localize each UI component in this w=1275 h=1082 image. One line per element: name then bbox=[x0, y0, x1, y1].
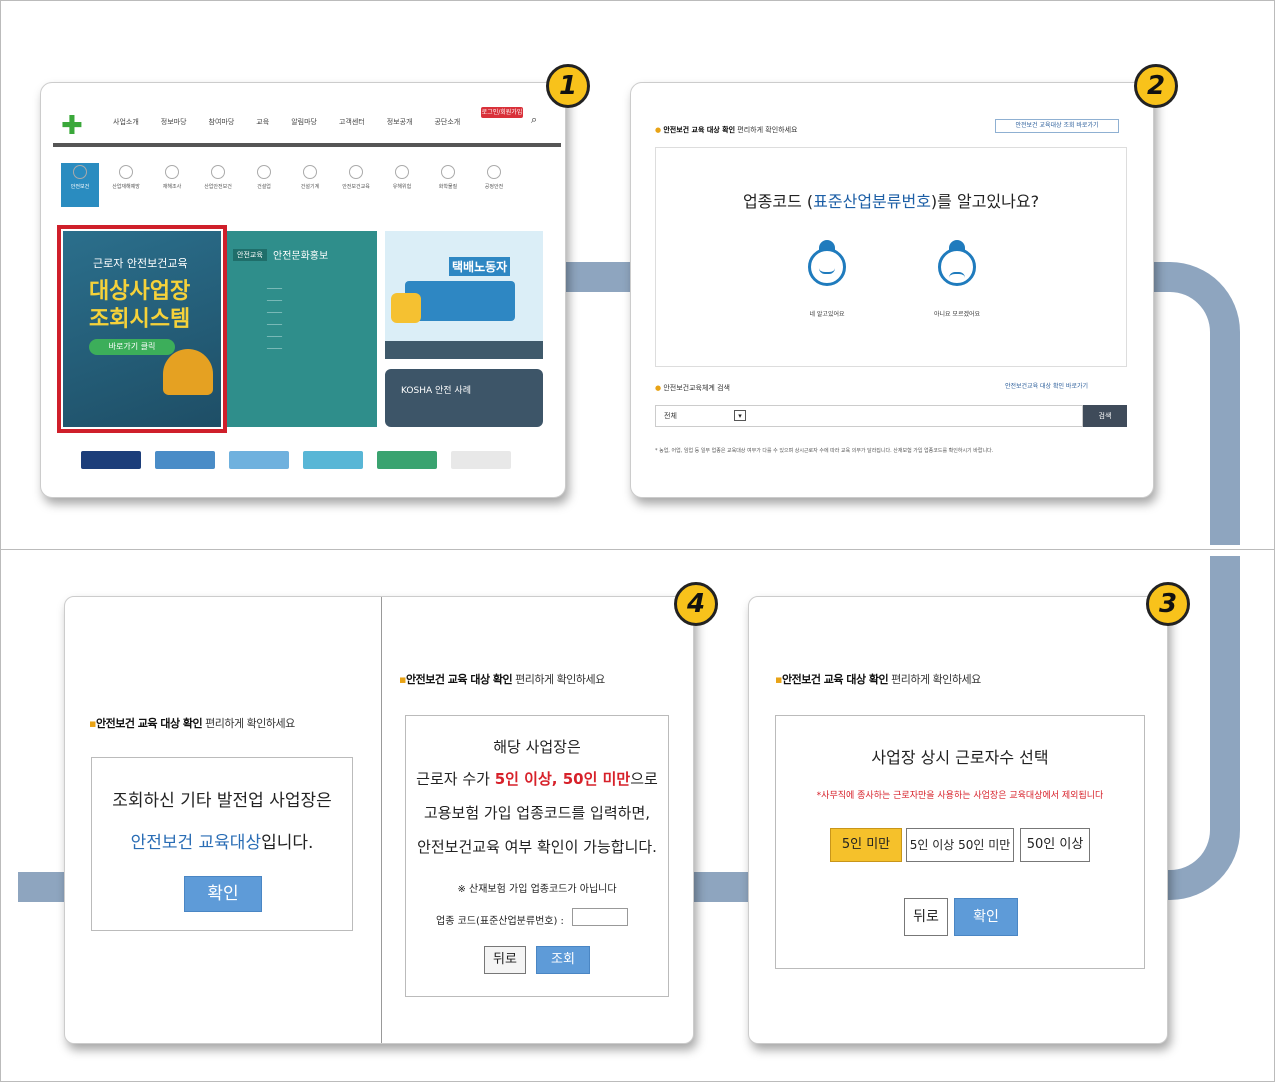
banner-list: ───── ───── ───── ───── ───── ───── bbox=[267, 286, 283, 352]
quick-menu-item[interactable]: 건설업 bbox=[245, 163, 283, 207]
code-question: 업종코드 (표준산업분류번호)를 알고있나요? bbox=[742, 192, 1040, 211]
partner-link[interactable] bbox=[81, 451, 141, 469]
category-select[interactable]: 전체 bbox=[664, 411, 677, 421]
nav-item[interactable]: 공단소개 bbox=[434, 117, 460, 127]
step-badge-4: 4 bbox=[674, 582, 718, 626]
code-label: 업종 코드(표준산업분류번호) : bbox=[436, 916, 564, 927]
banner-title: KOSHA 안전 사례 bbox=[401, 386, 471, 396]
yes-label[interactable]: 네 알고있어요 bbox=[802, 310, 852, 319]
option-over-50[interactable]: 50인 이상 bbox=[1020, 828, 1090, 862]
connector-2-3-vertical bbox=[1210, 400, 1240, 545]
result-box: 조회하신 기타 발전업 사업장은 안전보건 교육대상입니다. 확인 bbox=[91, 757, 353, 931]
dropdown-icon[interactable]: ▾ bbox=[734, 410, 746, 421]
select-title: 사업장 상시 근로자수 선택 bbox=[871, 748, 1049, 767]
option-under-5[interactable]: 5인 미만 bbox=[830, 828, 902, 862]
quick-menu-item[interactable]: 산업재해예방 bbox=[107, 163, 145, 207]
truck-cab-icon bbox=[391, 293, 421, 323]
option-5-to-50[interactable]: 5인 이상 50인 미만 bbox=[906, 828, 1014, 862]
info-line: 근로자 수가 5인 이상, 50인 미만으로 bbox=[416, 770, 658, 788]
warning-text: *사무직에 종사하는 근로자만을 사용하는 사업장은 교육대상에서 제외됩니다 bbox=[816, 791, 1104, 801]
search-icon[interactable]: ⌕ bbox=[531, 113, 537, 127]
nav-item[interactable]: 교육 bbox=[256, 117, 269, 127]
nav-item[interactable]: 참여마당 bbox=[209, 117, 235, 127]
quick-menu-item[interactable]: 공정안전 bbox=[475, 163, 513, 207]
nav-item[interactable]: 사업소개 bbox=[113, 117, 139, 127]
quick-menu-item[interactable]: 유해위험 bbox=[383, 163, 421, 207]
result-line: 조회하신 기타 발전업 사업장은 bbox=[112, 791, 332, 811]
partner-link[interactable] bbox=[377, 451, 437, 469]
banner-footer bbox=[385, 341, 543, 359]
login-button[interactable]: 로그인/회원가입 bbox=[481, 107, 523, 118]
confirm-button[interactable]: 확인 bbox=[184, 876, 262, 912]
connector-1-2 bbox=[560, 262, 640, 292]
connector-5-left bbox=[18, 872, 68, 902]
panel-header: ▪안전보건 교육 대상 확인 편리하게 확인하세요 bbox=[775, 673, 981, 686]
panel-homepage: ✚ 사업소개 정보마당 참여마당 교육 알림마당 고객센터 정보공개 공단소개 … bbox=[40, 82, 566, 498]
partner-link[interactable] bbox=[229, 451, 289, 469]
panel-code-question: ● 안전보건 교육 대상 확인 편리하게 확인하세요 안전보건 교육대상 조회 … bbox=[630, 82, 1154, 498]
banner-title: 안전문화홍보 bbox=[273, 251, 329, 262]
panel-worker-count: ▪안전보건 교육 대상 확인 편리하게 확인하세요 사업장 상시 근로자수 선택… bbox=[748, 596, 1168, 1044]
logo-icon[interactable]: ✚ bbox=[61, 111, 83, 141]
search-section-link[interactable]: 안전보건교육 대상 확인 바로가기 bbox=[1005, 381, 1088, 390]
quick-menu-item[interactable]: 안전보건교육 bbox=[337, 163, 375, 207]
search-section-title: ● 안전보건교육체계 검색 bbox=[655, 384, 730, 392]
info-line: 안전보건교육 여부 확인이 가능합니다. bbox=[417, 838, 657, 856]
nav-item[interactable]: 정보마당 bbox=[161, 117, 187, 127]
nav-underline bbox=[53, 143, 561, 147]
highlight-box bbox=[57, 225, 227, 433]
panel-result-and-code: ▪안전보건 교육 대상 확인 편리하게 확인하세요 조회하신 기타 발전업 사업… bbox=[64, 596, 694, 1044]
row-divider bbox=[0, 549, 1275, 550]
nav-item[interactable]: 고객센터 bbox=[339, 117, 365, 127]
no-face-icon[interactable] bbox=[936, 240, 978, 288]
info-line: 해당 사업장은 bbox=[493, 738, 581, 756]
banner-delivery-worker[interactable]: 택배노동자 bbox=[385, 231, 543, 359]
banner-tag: 안전교육 bbox=[233, 249, 267, 261]
result-line: 안전보건 교육대상입니다. bbox=[130, 833, 314, 853]
step-badge-1: 1 bbox=[546, 64, 590, 108]
quick-menu-item[interactable]: 재해조사 bbox=[153, 163, 191, 207]
nav-item[interactable]: 정보공개 bbox=[387, 117, 413, 127]
panel-header: ● 안전보건 교육 대상 확인 편리하게 확인하세요 bbox=[655, 126, 798, 134]
quick-menu-item[interactable]: 안전보건 bbox=[61, 163, 99, 207]
banner-safety-promo[interactable]: 안전교육 안전문화홍보 ───── ───── ───── ───── ───── ───… bbox=[227, 231, 377, 427]
question-box: 업종코드 (표준산업분류번호)를 알고있나요? 네 알고있어요 아니요 모르겠어… bbox=[655, 147, 1127, 367]
notice-text: * 농업, 어업, 임업 등 일부 업종은 교육대상 여부가 다를 수 있으며 … bbox=[655, 448, 994, 454]
partner-link[interactable] bbox=[303, 451, 363, 469]
info-note: ※ 산재보험 가입 업종코드가 아닙니다 bbox=[457, 884, 617, 895]
search-button[interactable]: 검색 bbox=[1083, 405, 1127, 427]
code-input-box: 해당 사업장은 근로자 수가 5인 이상, 50인 미만으로 고용보험 가입 업… bbox=[405, 715, 669, 997]
partner-links bbox=[81, 451, 511, 469]
nav-item[interactable]: 알림마당 bbox=[291, 117, 317, 127]
info-line: 고용보험 가입 업종코드를 입력하면, bbox=[423, 804, 651, 822]
partner-link[interactable] bbox=[155, 451, 215, 469]
yes-face-icon[interactable] bbox=[806, 240, 848, 288]
banner-title: 택배노동자 bbox=[449, 257, 511, 276]
no-label[interactable]: 아니요 모르겠어요 bbox=[932, 310, 982, 319]
back-button[interactable]: 뒤로 bbox=[484, 946, 526, 974]
search-input[interactable]: 전체 ▾ bbox=[655, 405, 1083, 427]
step-badge-3: 3 bbox=[1146, 582, 1190, 626]
confirm-button[interactable]: 확인 bbox=[954, 898, 1018, 936]
code-input[interactable] bbox=[572, 908, 628, 926]
quick-menu: 안전보건 산업재해예방 재해조사 산업안전보건 건설업 건설기계 안전보건교육 … bbox=[61, 163, 513, 207]
back-button[interactable]: 뒤로 bbox=[904, 898, 948, 936]
quick-menu-item[interactable]: 건설기계 bbox=[291, 163, 329, 207]
panel-divider bbox=[381, 597, 382, 1043]
step-badge-2: 2 bbox=[1134, 64, 1178, 108]
quick-menu-item[interactable]: 화학물질 bbox=[429, 163, 467, 207]
partner-link[interactable] bbox=[451, 451, 511, 469]
banner-kosha-cases[interactable]: KOSHA 안전 사례 bbox=[385, 369, 543, 427]
lookup-link[interactable]: 안전보건 교육대상 조회 바로가기 bbox=[995, 119, 1119, 133]
panel-header: ▪안전보건 교육 대상 확인 편리하게 확인하세요 bbox=[399, 673, 605, 686]
panel-header: ▪안전보건 교육 대상 확인 편리하게 확인하세요 bbox=[89, 717, 295, 730]
quick-menu-item[interactable]: 산업안전보건 bbox=[199, 163, 237, 207]
worker-count-box: 사업장 상시 근로자수 선택 *사무직에 종사하는 근로자만을 사용하는 사업장… bbox=[775, 715, 1145, 969]
truck-icon bbox=[405, 281, 515, 321]
search-button[interactable]: 조회 bbox=[536, 946, 590, 974]
main-nav: 사업소개 정보마당 참여마당 교육 알림마당 고객센터 정보공개 공단소개 bbox=[113, 117, 460, 127]
